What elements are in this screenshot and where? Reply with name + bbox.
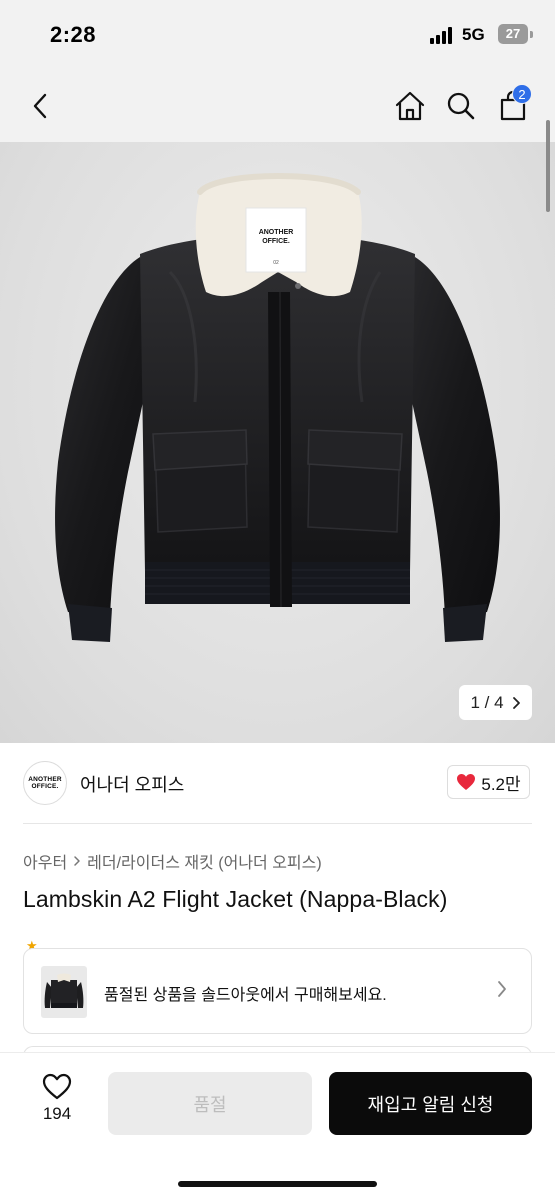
cart-button[interactable] (494, 70, 532, 142)
battery-icon: 27 (498, 24, 528, 44)
search-button[interactable] (442, 70, 480, 142)
chevron-left-icon (33, 93, 47, 119)
chevron-right-icon (498, 981, 506, 997)
home-icon (395, 91, 425, 121)
brand-like-count: 5.2만 (481, 774, 521, 794)
brand-logo[interactable]: ANOTHER OFFICE. (23, 761, 67, 805)
restock-alert-button[interactable]: 재입고 알림 신청 (329, 1072, 532, 1135)
search-icon (447, 92, 475, 120)
category-breadcrumb: 아우터 레더/라이더스 재킷 (어나더 오피스) (23, 849, 322, 873)
home-button[interactable] (390, 70, 430, 142)
home-indicator (178, 1181, 377, 1187)
heart-outline-icon (42, 1073, 72, 1100)
brand-logo-line1: ANOTHER (28, 776, 62, 783)
brand-like-button[interactable]: 5.2만 (447, 765, 530, 799)
soldout-thumbnail (41, 966, 87, 1018)
product-image: ANOTHER OFFICE. 02 (55, 172, 500, 642)
neck-label-line1: ANOTHER (259, 229, 294, 236)
status-bar: 2:28 5G 27 (0, 0, 555, 70)
battery-nub (530, 31, 533, 38)
top-nav (0, 70, 555, 142)
battery-level: 27 (505, 26, 521, 41)
cart-count-badge: 2 (512, 84, 532, 104)
chevron-right-icon (512, 696, 520, 709)
soldout-banner-text: 품절된 상품을 솔드아웃에서 구매해보세요. (104, 987, 387, 1004)
chevron-right-icon (74, 856, 80, 866)
brand-logo-line2: OFFICE. (31, 783, 59, 790)
soldout-button[interactable]: 품절 (108, 1072, 312, 1135)
neck-label-line2: OFFICE. (262, 238, 290, 245)
scroll-indicator[interactable] (546, 120, 550, 212)
image-page-counter[interactable]: 1 / 4 (459, 685, 532, 720)
category-secondary-link[interactable]: 레더/라이더스 재킷 (어나더 오피스) (87, 849, 322, 873)
back-button[interactable] (20, 70, 62, 142)
neck-label-size: 02 (273, 260, 279, 266)
heart-icon (457, 774, 476, 790)
product-title: Lambskin A2 Flight Jacket (Nappa-Black) (23, 886, 448, 912)
wishlist-button[interactable]: 194 (30, 1073, 84, 1133)
soldout-banner[interactable]: 품절된 상품을 솔드아웃에서 구매해보세요. (23, 948, 532, 1034)
signal-icon (430, 27, 456, 44)
status-time: 2:28 (50, 22, 97, 47)
network-type: 5G (462, 25, 485, 44)
category-primary-link[interactable]: 아우터 (23, 849, 67, 873)
wishlist-count: 194 (42, 1104, 72, 1123)
image-page-counter-text: 1 / 4 (470, 692, 504, 712)
product-image-gallery[interactable]: ANOTHER OFFICE. 02 (0, 142, 555, 743)
divider (23, 823, 532, 824)
brand-name-link[interactable]: 어나더 오피스 (80, 771, 184, 797)
